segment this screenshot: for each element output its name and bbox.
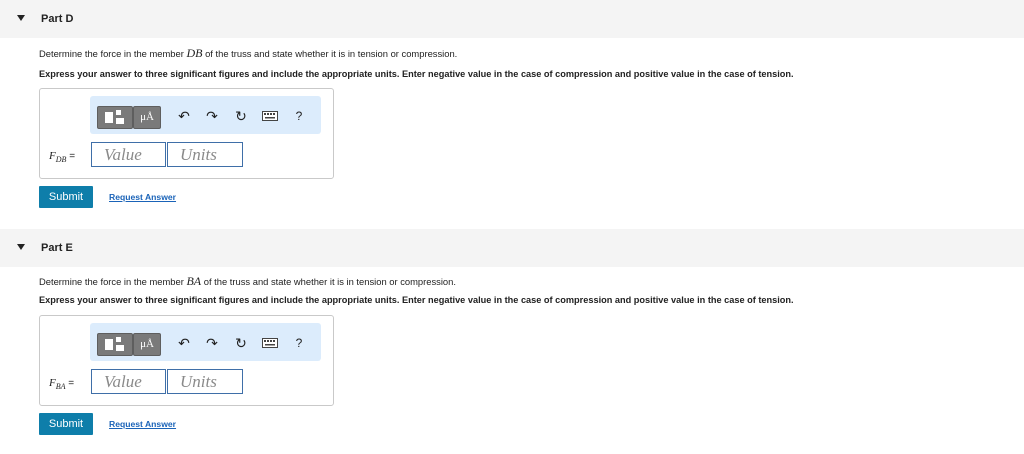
reset-icon[interactable]: ↻ xyxy=(231,106,251,126)
collapse-caret-icon[interactable] xyxy=(17,244,25,250)
undo-icon[interactable]: ↶ xyxy=(174,106,194,126)
units-button[interactable]: μÅ xyxy=(133,106,161,129)
template-square-icon xyxy=(105,112,113,123)
reset-icon[interactable]: ↻ xyxy=(231,333,251,353)
submit-button[interactable]: Submit xyxy=(39,186,93,208)
templates-button[interactable] xyxy=(97,106,133,129)
units-button[interactable]: μÅ xyxy=(133,333,161,356)
part-e-instruction: Express your answer to three significant… xyxy=(39,295,794,305)
part-e-answer-box: μÅ ↶ ↷ ↻ ? FBA = Value Units xyxy=(39,315,334,406)
member-name: DB xyxy=(186,46,203,60)
variable-subscript: DB xyxy=(55,155,67,164)
value-input[interactable]: Value xyxy=(91,142,166,167)
request-answer-link[interactable]: Request Answer xyxy=(109,192,176,202)
part-d-title: Part D xyxy=(41,13,74,25)
question-text-end: of the truss and state whether it is in … xyxy=(201,276,456,287)
question-text: Determine the force in the member xyxy=(39,48,187,59)
keyboard-icon[interactable] xyxy=(260,106,280,126)
variable-label: FDB = xyxy=(49,150,75,164)
units-input[interactable]: Units xyxy=(167,142,243,167)
undo-icon[interactable]: ↶ xyxy=(174,333,194,353)
part-e-header[interactable]: Part E xyxy=(0,229,1024,267)
variable-subscript: BA xyxy=(55,382,66,391)
question-text: Determine the force in the member xyxy=(39,276,187,287)
part-d-instruction: Express your answer to three significant… xyxy=(39,69,794,79)
template-square-icon xyxy=(116,118,124,124)
request-answer-link[interactable]: Request Answer xyxy=(109,419,176,429)
template-square-icon xyxy=(116,110,121,115)
redo-icon[interactable]: ↷ xyxy=(202,106,222,126)
value-input[interactable]: Value xyxy=(91,369,166,394)
variable-symbol: F xyxy=(49,377,56,389)
help-button[interactable]: ? xyxy=(289,106,309,126)
equals-sign: = xyxy=(69,151,76,162)
units-input[interactable]: Units xyxy=(167,369,243,394)
variable-label: FBA = xyxy=(49,377,74,391)
redo-icon[interactable]: ↷ xyxy=(202,333,222,353)
template-square-icon xyxy=(116,337,121,342)
variable-symbol: F xyxy=(49,150,56,162)
collapse-caret-icon[interactable] xyxy=(17,15,25,21)
keyboard-icon[interactable] xyxy=(260,333,280,353)
submit-button[interactable]: Submit xyxy=(39,413,93,435)
template-square-icon xyxy=(116,345,124,351)
part-d-answer-box: μÅ ↶ ↷ ↻ ? FDB = Value Units xyxy=(39,88,334,179)
equals-sign: = xyxy=(68,378,75,389)
question-text-end: of the truss and state whether it is in … xyxy=(202,48,458,59)
math-toolbar: μÅ ↶ ↷ ↻ ? xyxy=(90,323,321,361)
template-square-icon xyxy=(105,339,113,350)
templates-button[interactable] xyxy=(97,333,133,356)
part-d-question: Determine the force in the member DB of … xyxy=(39,46,457,61)
part-e-title: Part E xyxy=(41,242,73,254)
member-name: BA xyxy=(186,274,202,288)
part-d-header[interactable]: Part D xyxy=(0,0,1024,38)
help-button[interactable]: ? xyxy=(289,333,309,353)
math-toolbar: μÅ ↶ ↷ ↻ ? xyxy=(90,96,321,134)
part-e-question: Determine the force in the member BA of … xyxy=(39,274,456,289)
